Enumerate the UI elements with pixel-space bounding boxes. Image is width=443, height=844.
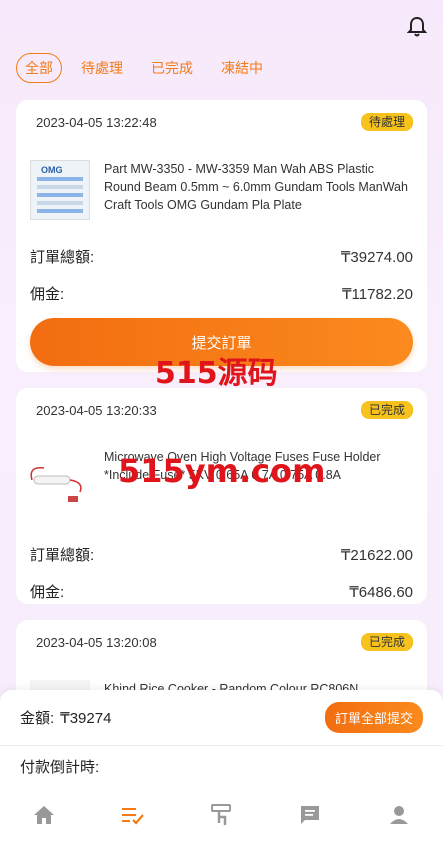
summary-panel: 金額: ₸39274 訂單全部提交 付款倒計時: (0, 690, 443, 786)
nav-deposit[interactable] (201, 795, 241, 835)
deposit-icon (211, 804, 232, 825)
commission-row: 佣金: ₸6486.60 (30, 573, 413, 610)
orders-icon (121, 808, 144, 825)
nav-home[interactable] (24, 795, 64, 835)
order-card: 2023-04-05 13:22:48 待處理 OMG Part MW-3350… (16, 100, 427, 372)
home-icon (34, 806, 55, 824)
order-total-value: ₸39274.00 (340, 248, 413, 266)
commission-label: 佣金: (30, 584, 65, 601)
product-thumbnail: OMG (30, 160, 90, 220)
submit-all-button[interactable]: 訂單全部提交 (324, 702, 423, 733)
product-thumbnail (30, 448, 90, 508)
product-name: Microwave Oven High Voltage Fuses Fuse H… (104, 450, 381, 482)
tab-all[interactable]: 全部 (16, 53, 62, 83)
order-total-row: 訂單總額: ₸39274.00 (30, 238, 413, 275)
countdown-label: 付款倒計時: (20, 758, 100, 776)
amount-value: ₸39274 (60, 710, 112, 727)
status-badge: 待處理 (360, 113, 413, 131)
commission-value: ₸6486.60 (349, 583, 413, 601)
status-badge: 已完成 (360, 633, 413, 651)
fuse-image (30, 467, 82, 502)
order-total-label: 訂單總額: (30, 547, 95, 564)
order-total-value: ₸21622.00 (340, 546, 413, 564)
nav-orders[interactable] (113, 795, 153, 835)
status-badge: 已完成 (360, 401, 413, 419)
order-timestamp: 2023-04-05 13:22:48 (36, 114, 157, 130)
tab-completed[interactable]: 已完成 (142, 53, 202, 83)
commission-label: 佣金: (30, 286, 65, 303)
order-list: 2023-04-05 13:22:48 待處理 OMG Part MW-3350… (16, 100, 427, 756)
order-card: 2023-04-05 13:20:33 已完成 Microwave Oven H… (16, 388, 427, 604)
message-icon (301, 806, 320, 824)
nav-profile[interactable] (379, 795, 419, 835)
commission-value: ₸11782.20 (342, 285, 413, 303)
profile-icon (389, 806, 408, 824)
product-name: Part MW-3350 - MW-3359 Man Wah ABS Plast… (104, 162, 408, 212)
top-bar (0, 0, 443, 52)
submit-order-button[interactable]: 提交訂單 (30, 318, 413, 366)
bell-icon[interactable] (407, 16, 427, 38)
bottom-nav (0, 786, 443, 844)
order-total-row: 訂單總額: ₸21622.00 (30, 536, 413, 573)
order-timestamp: 2023-04-05 13:20:08 (36, 634, 157, 650)
tab-frozen[interactable]: 凍結中 (212, 53, 272, 83)
order-timestamp: 2023-04-05 13:20:33 (36, 402, 157, 418)
nav-messages[interactable] (290, 795, 330, 835)
order-total-label: 訂單總額: (30, 249, 95, 266)
thumb-logo: OMG (41, 165, 63, 175)
commission-row: 佣金: ₸11782.20 (30, 275, 413, 312)
tab-pending[interactable]: 待處理 (72, 53, 132, 83)
status-tabs: 全部 待處理 已完成 凍結中 (0, 52, 443, 84)
amount-row: 金額: ₸39274 (20, 707, 111, 728)
amount-label: 金額: (20, 710, 55, 727)
